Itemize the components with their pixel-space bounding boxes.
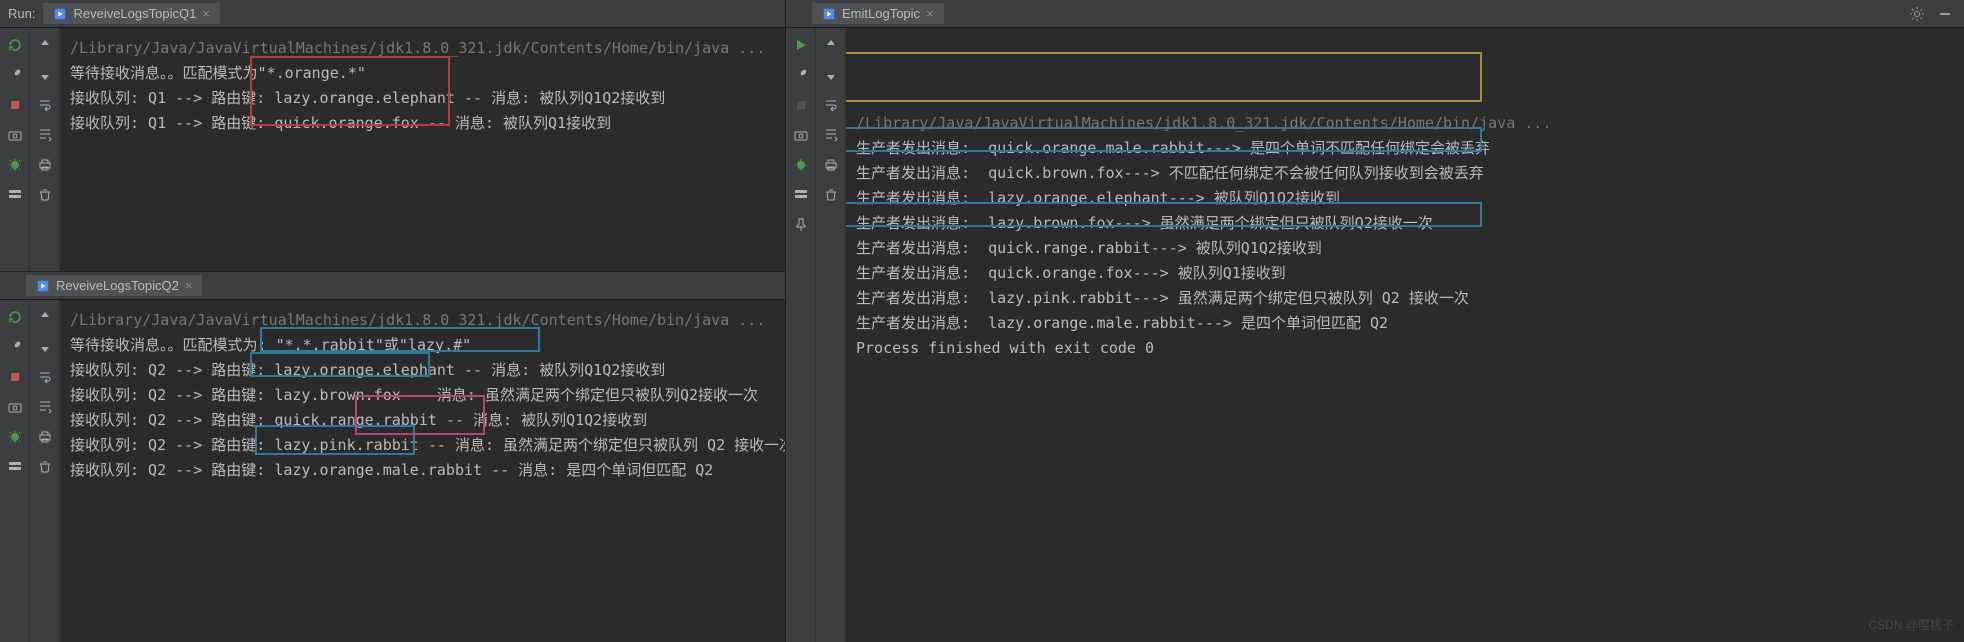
- up-arrow-icon[interactable]: [36, 36, 54, 54]
- tab-label: EmitLogTopic: [842, 6, 920, 21]
- console-line: 等待接收消息。。匹配模式为: "*.*.rabbit"或"lazy.#": [70, 333, 775, 358]
- layout-icon[interactable]: [792, 186, 810, 204]
- bug-icon[interactable]: [6, 428, 24, 446]
- gear-icon[interactable]: [1908, 5, 1926, 23]
- tab-header-q1: Run: ReveiveLogsTopicQ1 ×: [0, 0, 785, 28]
- console-line: 接收队列: Q2 --> 路由键: lazy.orange.elephant -…: [70, 358, 775, 383]
- scroll-to-end-icon[interactable]: [822, 126, 840, 144]
- trash-icon[interactable]: [822, 186, 840, 204]
- soft-wrap-icon[interactable]: [36, 368, 54, 386]
- run-config-icon: [822, 7, 836, 21]
- console-output-q2[interactable]: /Library/Java/JavaVirtualMachines/jdk1.8…: [60, 300, 785, 642]
- run-panel-emit: EmitLogTopic ×: [786, 0, 1964, 642]
- console-line: /Library/Java/JavaVirtualMachines/jdk1.8…: [856, 111, 1954, 136]
- camera-icon[interactable]: [6, 126, 24, 144]
- tab-header-emit: EmitLogTopic ×: [786, 0, 1964, 28]
- close-icon[interactable]: ×: [202, 6, 210, 21]
- run-config-icon: [36, 279, 50, 293]
- stop-icon: [792, 96, 810, 114]
- run-gutter-left: [0, 28, 30, 271]
- soft-wrap-icon[interactable]: [36, 96, 54, 114]
- console-line: Process finished with exit code 0: [856, 336, 1954, 361]
- console-line: /Library/Java/JavaVirtualMachines/jdk1.8…: [70, 36, 775, 61]
- up-arrow-icon[interactable]: [36, 308, 54, 326]
- down-arrow-icon[interactable]: [36, 338, 54, 356]
- console-line: 接收队列: Q1 --> 路由键: lazy.orange.elephant -…: [70, 86, 775, 111]
- scroll-to-end-icon[interactable]: [36, 126, 54, 144]
- camera-icon[interactable]: [6, 398, 24, 416]
- close-icon[interactable]: ×: [185, 278, 193, 293]
- tab-emit[interactable]: EmitLogTopic ×: [812, 3, 944, 24]
- run-gutter-left: [0, 300, 30, 642]
- trash-icon[interactable]: [36, 458, 54, 476]
- highlight-box: [846, 52, 1482, 102]
- print-icon[interactable]: [36, 156, 54, 174]
- close-icon[interactable]: ×: [926, 6, 934, 21]
- up-arrow-icon[interactable]: [822, 36, 840, 54]
- console-line: 等待接收消息。。匹配模式为"*.orange.*": [70, 61, 775, 86]
- run-gutter-left: [786, 28, 816, 642]
- console-line: 接收队列: Q2 --> 路由键: quick.range.rabbit -- …: [70, 408, 775, 433]
- console-line: 生产者发出消息: lazy.pink.rabbit---> 虽然满足两个绑定但只…: [856, 286, 1954, 311]
- console-line: 接收队列: Q2 --> 路由键: lazy.orange.male.rabbi…: [70, 458, 775, 483]
- run-config-icon: [53, 7, 67, 21]
- console-line: 生产者发出消息: quick.orange.fox---> 被队列Q1接收到: [856, 261, 1954, 286]
- tab-label: ReveiveLogsTopicQ2: [56, 278, 179, 293]
- stop-icon[interactable]: [6, 96, 24, 114]
- scroll-to-end-icon[interactable]: [36, 398, 54, 416]
- soft-wrap-icon[interactable]: [822, 96, 840, 114]
- run-gutter-inner: [30, 28, 60, 271]
- layout-icon[interactable]: [6, 458, 24, 476]
- run-gutter-inner: [816, 28, 846, 642]
- run-label: Run:: [8, 6, 35, 21]
- run-gutter-inner: [30, 300, 60, 642]
- run-panel-q1: Run: ReveiveLogsTopicQ1 ×: [0, 0, 785, 272]
- tab-q1[interactable]: ReveiveLogsTopicQ1 ×: [43, 3, 219, 24]
- minimize-icon[interactable]: [1936, 5, 1954, 23]
- layout-icon[interactable]: [6, 186, 24, 204]
- console-line: 生产者发出消息: lazy.brown.fox---> 虽然满足两个绑定但只被队…: [856, 211, 1954, 236]
- trash-icon[interactable]: [36, 186, 54, 204]
- bug-icon[interactable]: [792, 156, 810, 174]
- console-line: 生产者发出消息: quick.orange.male.rabbit---> 是四…: [856, 136, 1954, 161]
- wrench-icon[interactable]: [6, 66, 24, 84]
- tab-header-q2: ReveiveLogsTopicQ2 ×: [0, 272, 785, 300]
- tab-q2[interactable]: ReveiveLogsTopicQ2 ×: [26, 275, 202, 296]
- rerun-icon[interactable]: [6, 36, 24, 54]
- console-line: 生产者发出消息: lazy.orange.male.rabbit---> 是四个…: [856, 311, 1954, 336]
- run-panel-q2: ReveiveLogsTopicQ2 × /Library/Jav: [0, 272, 785, 642]
- bug-icon[interactable]: [6, 156, 24, 174]
- wrench-icon[interactable]: [792, 66, 810, 84]
- play-icon[interactable]: [792, 36, 810, 54]
- console-line: /Library/Java/JavaVirtualMachines/jdk1.8…: [70, 308, 775, 333]
- console-line: 接收队列: Q2 --> 路由键: lazy.brown.fox -- 消息: …: [70, 383, 775, 408]
- down-arrow-icon[interactable]: [36, 66, 54, 84]
- rerun-icon[interactable]: [6, 308, 24, 326]
- console-output-emit[interactable]: CSDN @嘤桃子 /Library/Java/JavaVirtualMachi…: [846, 28, 1964, 642]
- console-line: 生产者发出消息: lazy.orange.elephant---> 被队列Q1Q…: [856, 186, 1954, 211]
- wrench-icon[interactable]: [6, 338, 24, 356]
- print-icon[interactable]: [36, 428, 54, 446]
- console-line: 接收队列: Q2 --> 路由键: lazy.pink.rabbit -- 消息…: [70, 433, 775, 458]
- tab-label: ReveiveLogsTopicQ1: [73, 6, 196, 21]
- print-icon[interactable]: [822, 156, 840, 174]
- console-line: 接收队列: Q1 --> 路由键: quick.orange.fox -- 消息…: [70, 111, 775, 136]
- pin-icon[interactable]: [792, 216, 810, 234]
- stop-icon[interactable]: [6, 368, 24, 386]
- console-line: 生产者发出消息: quick.range.rabbit---> 被队列Q1Q2接…: [856, 236, 1954, 261]
- down-arrow-icon[interactable]: [822, 66, 840, 84]
- console-output-q1[interactable]: /Library/Java/JavaVirtualMachines/jdk1.8…: [60, 28, 785, 271]
- camera-icon[interactable]: [792, 126, 810, 144]
- console-line: 生产者发出消息: quick.brown.fox---> 不匹配任何绑定不会被任…: [856, 161, 1954, 186]
- watermark: CSDN @嘤桃子: [1868, 613, 1954, 638]
